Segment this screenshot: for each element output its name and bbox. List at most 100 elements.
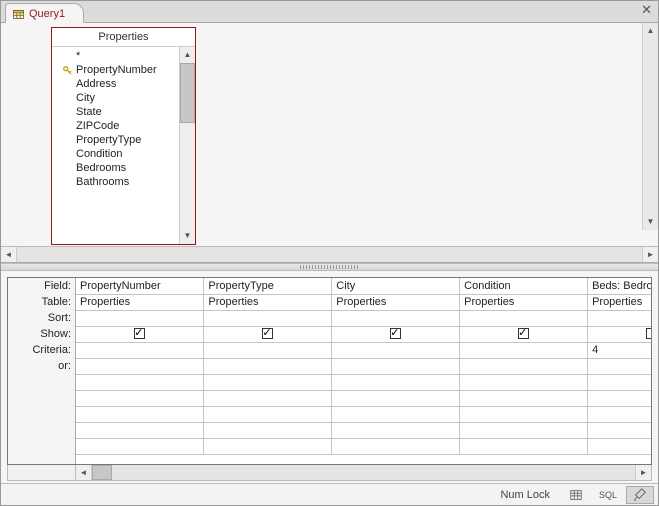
field-item[interactable]: Address [62,77,179,91]
row-show [76,326,651,342]
cell-show[interactable] [204,326,332,342]
close-tab-button[interactable]: ✕ [641,3,652,16]
sql-view-label: SQL [599,490,617,500]
row-field: PropertyNumber PropertyType City Conditi… [76,278,651,294]
scroll-thumb[interactable] [180,63,195,123]
scroll-thumb[interactable] [92,465,112,480]
cell-sort[interactable] [588,310,651,326]
numlock-indicator: Num Lock [500,489,550,501]
label-field: Field: [8,278,75,294]
tab-bar: Query1 ✕ [1,1,658,23]
cell-criteria[interactable] [204,342,332,358]
cell-field[interactable]: PropertyType [204,278,332,294]
datasheet-icon [569,488,583,502]
field-item[interactable]: Condition [62,147,179,161]
scroll-down-icon[interactable]: ▼ [180,228,195,244]
field-star[interactable]: * [62,49,179,63]
scroll-right-icon[interactable]: ► [635,465,651,480]
checkbox-icon[interactable] [646,328,651,339]
field-pk[interactable]: PropertyNumber [62,63,179,77]
table-box-scrollbar[interactable]: ▲ ▼ [179,47,195,244]
field-item[interactable]: State [62,105,179,119]
field-item[interactable]: PropertyType [62,133,179,147]
field-item[interactable]: City [62,91,179,105]
cell-table[interactable]: Properties [204,294,332,310]
cell-sort[interactable] [460,310,588,326]
scroll-left-icon[interactable]: ◄ [1,247,17,262]
scroll-left-icon[interactable]: ◄ [76,465,92,480]
cell-sort[interactable] [204,310,332,326]
query-tab-label: Query1 [29,8,65,20]
cell-criteria[interactable] [460,342,588,358]
query-tab[interactable]: Query1 [5,3,84,23]
scroll-spacer [8,465,76,480]
checkbox-icon[interactable] [134,328,145,339]
cell-table[interactable]: Properties [460,294,588,310]
scroll-down-icon[interactable]: ▼ [643,214,658,230]
cell-table[interactable]: Properties [332,294,460,310]
scroll-right-icon[interactable]: ► [642,247,658,262]
cell-show[interactable] [76,326,204,342]
qbe-row-labels: Field: Table: Sort: Show: Criteria: or: [8,278,76,464]
splitter-grip-icon [300,265,360,269]
scroll-track[interactable] [92,465,635,480]
datasheet-view-button[interactable] [562,486,590,504]
qbe-columns: PropertyNumber PropertyType City Conditi… [76,278,651,464]
label-or: or: [8,358,75,374]
sql-view-button[interactable]: SQL [594,486,622,504]
table-box[interactable]: Properties * PropertyNumber Address City [51,27,196,245]
field-star-label: * [76,50,80,62]
cell-or[interactable] [76,358,204,374]
pane-splitter[interactable] [1,263,658,271]
cell-criteria[interactable]: 4 [588,342,651,358]
scroll-track[interactable] [17,247,642,262]
cell-table[interactable]: Properties [76,294,204,310]
cell-show[interactable] [588,326,651,342]
field-item[interactable]: Bathrooms [62,175,179,189]
cell-criteria[interactable] [332,342,460,358]
cell-field[interactable]: Beds: Bedrooms [588,278,651,294]
scroll-up-icon[interactable]: ▲ [180,47,195,63]
qbe-hscrollbar[interactable]: ◄ ► [7,465,652,481]
field-item[interactable]: Bedrooms [62,161,179,175]
table-field-list: * PropertyNumber Address City State ZIPC… [52,47,195,244]
checkbox-icon[interactable] [518,328,529,339]
primary-key-icon [62,66,72,75]
row-sort [76,310,651,326]
row-criteria: 4 [76,342,651,358]
canvas-hscrollbar[interactable]: ◄ ► [1,246,658,262]
cell-show[interactable] [332,326,460,342]
cell-sort[interactable] [332,310,460,326]
design-icon [633,488,647,502]
table-box-title: Properties [52,28,195,47]
label-show: Show: [8,326,75,342]
qbe-pane: Field: Table: Sort: Show: Criteria: or: … [1,271,658,483]
label-criteria: Criteria: [8,342,75,358]
cell-or[interactable] [332,358,460,374]
canvas-vscrollbar[interactable]: ▲ ▼ [642,23,658,230]
design-pane: Properties * PropertyNumber Address City [1,23,658,263]
row-table: Properties Properties Properties Propert… [76,294,651,310]
cell-sort[interactable] [76,310,204,326]
cell-table[interactable]: Properties [588,294,651,310]
cell-or[interactable] [204,358,332,374]
checkbox-icon[interactable] [390,328,401,339]
cell-field[interactable]: PropertyNumber [76,278,204,294]
qbe-grid: Field: Table: Sort: Show: Criteria: or: … [7,277,652,465]
table-canvas[interactable]: Properties * PropertyNumber Address City [1,23,658,246]
design-view-button[interactable] [626,486,654,504]
label-sort: Sort: [8,310,75,326]
status-bar: Num Lock SQL [1,483,658,505]
scroll-up-icon[interactable]: ▲ [643,23,658,39]
cell-or[interactable] [460,358,588,374]
checkbox-icon[interactable] [262,328,273,339]
cell-field[interactable]: Condition [460,278,588,294]
row-or [76,358,651,374]
cell-field[interactable]: City [332,278,460,294]
label-table: Table: [8,294,75,310]
cell-criteria[interactable] [76,342,204,358]
cell-show[interactable] [460,326,588,342]
field-item[interactable]: ZIPCode [62,119,179,133]
cell-or[interactable] [588,358,651,374]
query-tab-icon [12,8,25,21]
